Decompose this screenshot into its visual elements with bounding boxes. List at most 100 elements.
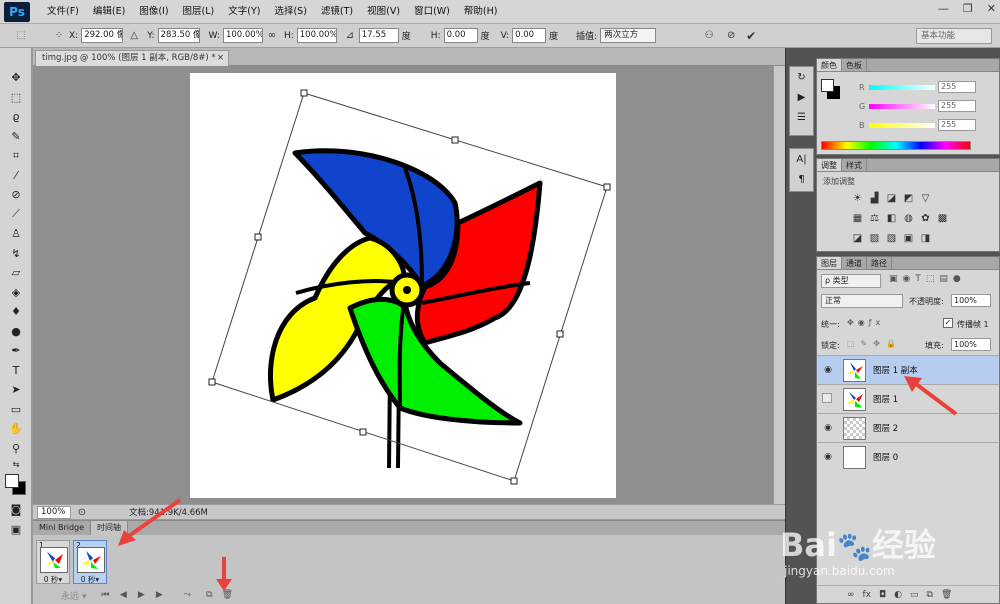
healing-tool-icon[interactable]: ⊘	[0, 185, 32, 205]
cancel-transform-icon[interactable]: ⊘	[724, 29, 738, 43]
zoom-field[interactable]: 100%	[37, 505, 71, 519]
delete-frame-icon[interactable]: 🗑	[218, 590, 236, 600]
zoom-tool-icon[interactable]: ⚲	[0, 439, 32, 459]
y-field[interactable]: 283.50 像素	[157, 28, 200, 43]
swap-colors-icon[interactable]: ⇆	[0, 458, 32, 470]
x-field[interactable]: 292.00 像素	[81, 28, 124, 43]
hand-tool-icon[interactable]: ✋	[0, 419, 32, 439]
tab-color[interactable]: 颜色	[817, 59, 842, 71]
canvas-area[interactable]	[33, 66, 773, 504]
group-icon[interactable]: ▭	[910, 590, 919, 600]
invert-icon[interactable]: ◪	[851, 233, 864, 245]
quick-mask-icon[interactable]: ◙	[0, 500, 32, 520]
shape-tool-icon[interactable]: ▭	[0, 400, 32, 420]
visibility-eye-icon[interactable]: ◉	[822, 451, 834, 463]
menu-edit[interactable]: 编辑(E)	[86, 0, 132, 24]
animation-frame-2[interactable]: 2 0 秒▾	[73, 540, 107, 584]
restore-button[interactable]: ❐	[963, 2, 973, 15]
visibility-eye-icon[interactable]: ◉	[822, 364, 834, 376]
menu-type[interactable]: 文字(Y)	[221, 0, 267, 24]
fx-icon[interactable]: fx	[863, 590, 872, 600]
tab-layers[interactable]: 图层	[817, 257, 842, 269]
menu-help[interactable]: 帮助(H)	[457, 0, 505, 24]
color-lookup-icon[interactable]: ▩	[936, 213, 949, 225]
b-value[interactable]: 255	[938, 119, 976, 131]
screen-mode-icon[interactable]: ▣	[0, 520, 32, 540]
eraser-tool-icon[interactable]: ▱	[0, 263, 32, 283]
tab-timeline[interactable]: 时间轴	[91, 521, 129, 535]
fill-field[interactable]: 100%	[951, 338, 991, 351]
mask-icon[interactable]: ◘	[879, 590, 886, 600]
unify-icons[interactable]: ✥◉ƒx	[847, 318, 884, 327]
vibrance-icon[interactable]: ▽	[919, 193, 932, 205]
levels-icon[interactable]: ▟	[868, 193, 881, 205]
color-balance-icon[interactable]: ⚖	[868, 213, 881, 225]
properties-icon[interactable]: ☰	[790, 107, 813, 127]
tab-channels[interactable]: 通道	[842, 257, 867, 269]
hue-saturation-icon[interactable]: ▦	[851, 213, 864, 225]
actions-icon[interactable]: ▶	[790, 87, 813, 107]
first-frame-icon[interactable]: ⏮	[96, 590, 114, 600]
layer-filter-icons[interactable]: ▣◉T⬚▤●	[889, 274, 966, 284]
lock-icons[interactable]: ⬚✎✥🔒	[847, 339, 902, 348]
menu-view[interactable]: 视图(V)	[360, 0, 407, 24]
foreground-color[interactable]	[5, 474, 19, 488]
eyedropper-tool-icon[interactable]: ⁄	[0, 166, 32, 186]
curves-icon[interactable]: ◪	[885, 193, 898, 205]
menu-layer[interactable]: 图层(L)	[176, 0, 222, 24]
play-icon[interactable]: ▶	[132, 590, 150, 600]
threshold-icon[interactable]: ▧	[885, 233, 898, 245]
transform-tool-icon[interactable]: ⬚	[14, 29, 28, 43]
visibility-eye-icon[interactable]: ◉	[822, 422, 834, 434]
close-tab-icon[interactable]: ×	[217, 51, 224, 65]
tab-styles[interactable]: 样式	[842, 159, 867, 171]
lasso-tool-icon[interactable]: ϱ	[0, 107, 32, 127]
paint-bucket-tool-icon[interactable]: ◈	[0, 283, 32, 303]
w-field[interactable]: 100.00%	[222, 28, 263, 43]
r-value[interactable]: 255	[938, 81, 976, 93]
reference-point-icon[interactable]: ⁘	[52, 29, 66, 43]
opacity-field[interactable]: 100%	[951, 294, 991, 307]
quick-select-tool-icon[interactable]: ✎	[0, 127, 32, 147]
brightness-icon[interactable]: ☀	[851, 193, 864, 205]
relative-position-icon[interactable]: △	[127, 29, 141, 43]
history-icon[interactable]: ↻	[790, 67, 813, 87]
tab-swatches[interactable]: 色板	[842, 59, 867, 71]
visibility-off-box[interactable]	[822, 393, 832, 403]
channel-mixer-icon[interactable]: ✿	[919, 213, 932, 225]
menu-image[interactable]: 图像(I)	[132, 0, 175, 24]
adjustment-layer-icon[interactable]: ◐	[894, 590, 902, 600]
g-value[interactable]: 255	[938, 100, 976, 112]
new-layer-icon[interactable]: ⧉	[927, 590, 933, 600]
angle-field[interactable]: 17.55	[358, 28, 399, 43]
tab-adjustments[interactable]: 调整	[817, 159, 842, 171]
layer-row-0[interactable]: ◉ 图层 0	[817, 442, 999, 471]
canvas-vertical-scrollbar[interactable]	[773, 66, 785, 504]
layer-name[interactable]: 图层 1	[873, 393, 898, 405]
trash-icon[interactable]: 🗑	[941, 590, 952, 600]
workspace-select[interactable]: 基本功能	[916, 28, 992, 44]
blend-mode-select[interactable]: 正常	[821, 294, 903, 308]
paragraph-icon[interactable]: ¶	[790, 169, 813, 189]
layer-row-2[interactable]: ◉ 图层 2	[817, 413, 999, 442]
layer-name[interactable]: 图层 2	[873, 422, 898, 434]
menu-filter[interactable]: 滤镜(T)	[314, 0, 360, 24]
exposure-icon[interactable]: ◩	[902, 193, 915, 205]
vskew-field[interactable]: 0.00	[512, 28, 547, 43]
b-slider[interactable]	[869, 122, 935, 128]
black-white-icon[interactable]: ◧	[885, 213, 898, 225]
document-canvas[interactable]	[190, 73, 616, 498]
menu-window[interactable]: 窗口(W)	[407, 0, 457, 24]
type-tool-icon[interactable]: T	[0, 361, 32, 381]
blur-tool-icon[interactable]: ♦	[0, 302, 32, 322]
crop-tool-icon[interactable]: ⌗	[0, 146, 32, 166]
pen-tool-icon[interactable]: ✒	[0, 341, 32, 361]
marquee-tool-icon[interactable]: ⬚	[0, 88, 32, 108]
path-select-tool-icon[interactable]: ➤	[0, 380, 32, 400]
propagate-checkbox[interactable]: ✓	[943, 318, 953, 328]
tab-paths[interactable]: 路径	[867, 257, 892, 269]
warp-icon[interactable]: ⚇	[702, 29, 716, 43]
interp-select[interactable]: 两次立方	[600, 28, 657, 43]
minimize-button[interactable]: —	[938, 2, 949, 15]
close-button[interactable]: ✕	[987, 2, 996, 15]
